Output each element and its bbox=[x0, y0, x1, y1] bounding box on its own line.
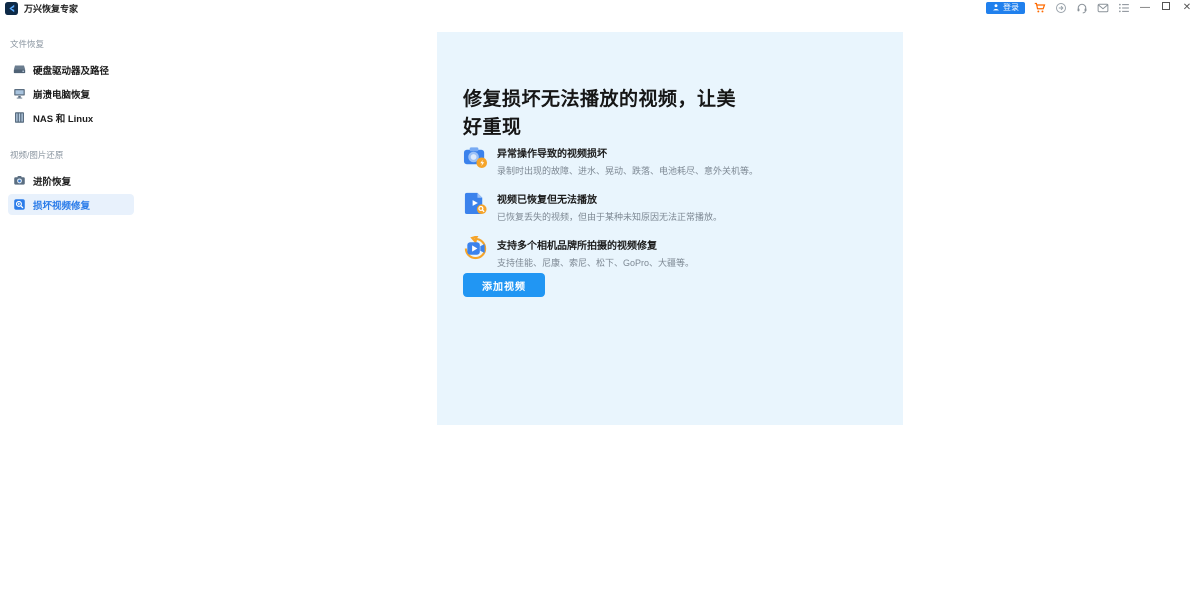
update-icon[interactable] bbox=[1055, 2, 1067, 14]
sidebar-item-nas-linux[interactable]: NAS 和 Linux bbox=[8, 107, 134, 128]
sidebar-item-advanced-recovery[interactable]: 进阶恢复 bbox=[8, 170, 134, 191]
titlebar: 万兴恢复专家 登录 bbox=[0, 0, 1200, 24]
sidebar-item-label: NAS 和 Linux bbox=[33, 111, 93, 125]
app-identity: 万兴恢复专家 bbox=[5, 2, 78, 15]
cart-icon[interactable] bbox=[1034, 2, 1046, 14]
section-label-file-recovery: 文件恢复 bbox=[10, 38, 44, 50]
menu-list-icon[interactable] bbox=[1118, 2, 1130, 14]
section-label-video-photo-restore: 视频/图片还原 bbox=[10, 149, 63, 161]
sidebar-item-video-repair[interactable]: 损坏视频修复 bbox=[8, 194, 134, 215]
feature-description: 已恢复丢失的视频，但由于某种未知原因无法正常播放。 bbox=[497, 210, 722, 223]
feature-description: 录制时出现的故障、进水、晃动、跌落、电池耗尽、意外关机等。 bbox=[497, 164, 758, 177]
feature-title: 异常操作导致的视频损坏 bbox=[497, 145, 758, 160]
close-icon[interactable]: ✕ bbox=[1181, 2, 1193, 14]
feature-title: 视频已恢复但无法播放 bbox=[497, 191, 722, 206]
camera-error-icon bbox=[463, 144, 488, 169]
sidebar-item-crashed-computer[interactable]: 崩溃电脑恢复 bbox=[8, 83, 134, 104]
video-repair-icon bbox=[13, 198, 26, 211]
add-video-button[interactable]: 添加视频 bbox=[463, 273, 545, 297]
nas-linux-icon bbox=[13, 111, 26, 124]
minimize-icon[interactable]: — bbox=[1139, 2, 1151, 14]
feature-list: 异常操作导致的视频损坏 录制时出现的故障、进水、晃动、跌落、电池耗尽、意外关机等… bbox=[463, 144, 863, 269]
support-headset-icon[interactable] bbox=[1076, 2, 1088, 14]
feature-abnormal-operation: 异常操作导致的视频损坏 录制时出现的故障、进水、晃动、跌落、电池耗尽、意外关机等… bbox=[463, 144, 863, 177]
crashed-computer-icon bbox=[13, 87, 26, 100]
sidebar-item-label: 进阶恢复 bbox=[33, 174, 71, 188]
feature-title: 支持多个相机品牌所拍摄的视频修复 bbox=[497, 237, 694, 252]
app-title: 万兴恢复专家 bbox=[24, 2, 78, 15]
user-icon bbox=[992, 3, 1000, 13]
login-button[interactable]: 登录 bbox=[986, 2, 1025, 14]
sidebar-item-label: 损坏视频修复 bbox=[33, 198, 90, 212]
app-window: 万兴恢复专家 登录 bbox=[0, 0, 1200, 600]
feature-camera-brands: 支持多个相机品牌所拍摄的视频修复 支持佳能、尼康、索尼、松下、GoPro、大疆等… bbox=[463, 236, 863, 269]
hard-drive-icon bbox=[13, 63, 26, 76]
page-title: 修复损坏无法播放的视频，让美好重现 bbox=[463, 86, 755, 141]
video-repair-rotate-icon bbox=[463, 236, 488, 261]
titlebar-actions: 登录 bbox=[986, 1, 1193, 14]
advanced-recovery-camera-icon bbox=[13, 174, 26, 187]
login-label: 登录 bbox=[1003, 2, 1019, 13]
video-file-search-icon bbox=[463, 190, 488, 215]
feature-recovered-unplayable: 视频已恢复但无法播放 已恢复丢失的视频，但由于某种未知原因无法正常播放。 bbox=[463, 190, 863, 223]
feedback-mail-icon[interactable] bbox=[1097, 2, 1109, 14]
app-logo-icon bbox=[5, 2, 18, 15]
feature-description: 支持佳能、尼康、索尼、松下、GoPro、大疆等。 bbox=[497, 256, 694, 269]
maximize-icon[interactable] bbox=[1160, 2, 1172, 14]
sidebar-item-label: 硬盘驱动器及路径 bbox=[33, 63, 109, 77]
sidebar-item-hard-drives[interactable]: 硬盘驱动器及路径 bbox=[8, 59, 134, 80]
video-repair-panel: 修复损坏无法播放的视频，让美好重现 异常操 bbox=[437, 32, 903, 425]
sidebar-item-label: 崩溃电脑恢复 bbox=[33, 87, 90, 101]
